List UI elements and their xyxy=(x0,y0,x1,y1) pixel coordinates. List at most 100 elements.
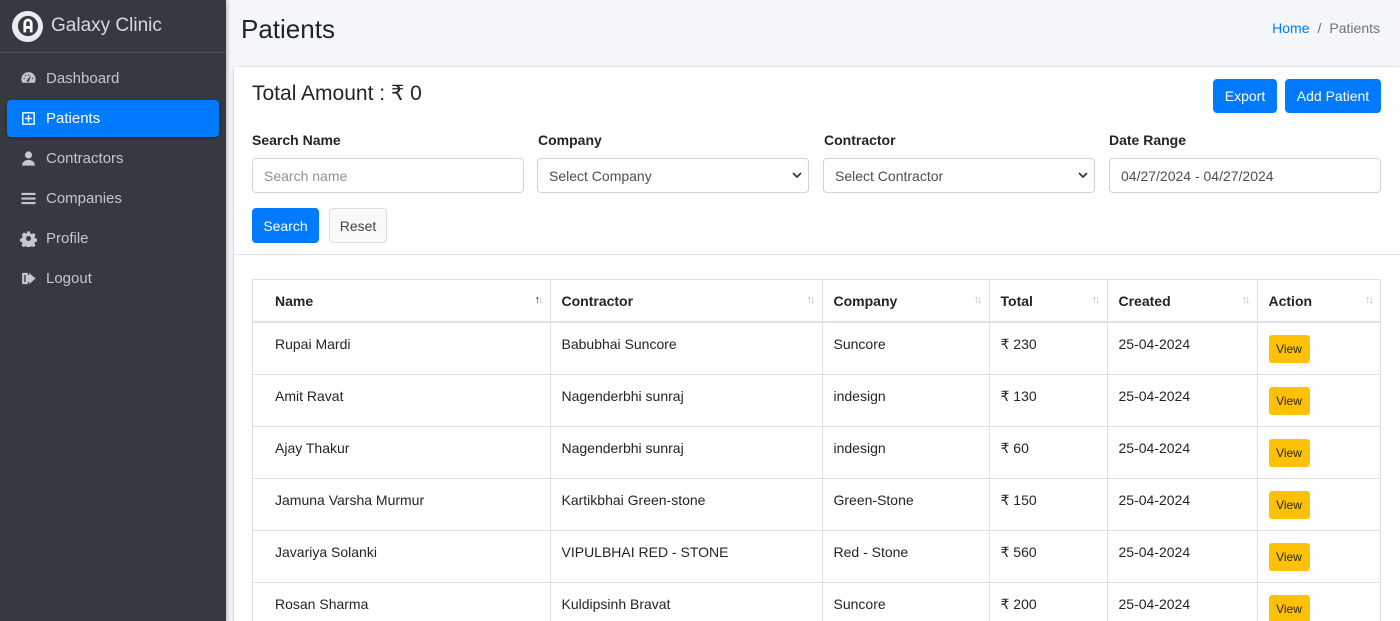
cell-name: Rosan Sharma xyxy=(253,582,551,621)
patients-table-wrapper: Name ↑↓ Contractor ↑↓ Company ↑↓ Total ↑… xyxy=(252,279,1381,621)
reset-button[interactable]: Reset xyxy=(329,208,387,243)
sidebar-nav: Dashboard Patients Contractors Companies… xyxy=(0,53,226,307)
cell-name: Javariya Solanki xyxy=(253,530,551,583)
search-name-label: Search Name xyxy=(252,132,341,148)
cell-total: ₹ 200 xyxy=(989,582,1108,621)
table-row: Amit Ravat Nagenderbhi sunraj indesign ₹… xyxy=(253,374,1380,427)
breadcrumb-current: Patients xyxy=(1329,20,1380,36)
view-button[interactable]: View xyxy=(1268,595,1310,621)
view-button[interactable]: View xyxy=(1268,387,1310,415)
view-button[interactable]: View xyxy=(1268,439,1310,467)
cell-company: Red - Stone xyxy=(822,530,990,583)
chevron-down-icon xyxy=(1078,172,1088,179)
column-header-name[interactable]: Name ↑↓ xyxy=(253,280,551,323)
bars-icon xyxy=(19,190,37,208)
cell-total: ₹ 130 xyxy=(989,374,1108,427)
column-header-created[interactable]: Created ↑↓ xyxy=(1107,280,1258,323)
sidebar-item-companies[interactable]: Companies xyxy=(7,180,219,217)
export-button[interactable]: Export xyxy=(1213,79,1277,113)
sidebar-item-profile[interactable]: Profile xyxy=(7,220,219,257)
cell-contractor: Kartikbhai Green-stone xyxy=(550,478,823,531)
cell-total: ₹ 230 xyxy=(989,322,1108,375)
sidebar-item-label: Contractors xyxy=(46,150,124,167)
brand-name: Galaxy Clinic xyxy=(51,15,162,36)
cell-contractor: Babubhai Suncore xyxy=(550,322,823,375)
column-header-total[interactable]: Total ↑↓ xyxy=(989,280,1108,323)
column-header-action[interactable]: Action ↑↓ xyxy=(1257,280,1380,323)
sign-out-icon xyxy=(19,270,37,288)
sidebar: Galaxy Clinic Dashboard Patients Contrac… xyxy=(0,0,226,621)
table-row: Rosan Sharma Kuldipsinh Bravat Suncore ₹… xyxy=(253,582,1380,621)
cell-contractor: Nagenderbhi sunraj xyxy=(550,374,823,427)
cell-action: View xyxy=(1257,478,1380,531)
contractor-select[interactable]: Select Contractor xyxy=(823,158,1095,193)
view-button[interactable]: View xyxy=(1268,491,1310,519)
sidebar-item-label: Profile xyxy=(46,230,89,247)
company-label: Company xyxy=(538,132,602,148)
column-header-company[interactable]: Company ↑↓ xyxy=(822,280,990,323)
contractor-select-value: Select Contractor xyxy=(835,167,944,184)
sort-icon: ↑↓ xyxy=(973,294,983,306)
cell-total: ₹ 560 xyxy=(989,530,1108,583)
sidebar-item-patients[interactable]: Patients xyxy=(7,100,219,137)
brand-logo-icon xyxy=(12,10,43,42)
cell-action: View xyxy=(1257,426,1380,479)
chevron-down-icon xyxy=(792,172,802,179)
sidebar-item-label: Patients xyxy=(46,110,101,127)
table-header-row: Name ↑↓ Contractor ↑↓ Company ↑↓ Total ↑… xyxy=(253,280,1380,323)
cell-company: Suncore xyxy=(822,582,990,621)
breadcrumb-separator: / xyxy=(1317,20,1322,36)
table-row: Ajay Thakur Nagenderbhi sunraj indesign … xyxy=(253,426,1380,479)
sort-icon: ↑↓ xyxy=(1365,294,1374,306)
sidebar-item-label: Dashboard xyxy=(46,70,120,87)
search-button[interactable]: Search xyxy=(252,208,319,243)
cell-total: ₹ 150 xyxy=(989,478,1108,531)
table-row: Javariya Solanki VIPULBHAI RED - STONE R… xyxy=(253,530,1380,583)
card-divider xyxy=(234,254,1400,255)
add-patient-button[interactable]: Add Patient xyxy=(1285,79,1381,113)
cell-company: Green-Stone xyxy=(822,478,990,531)
sort-ascending-icon: ↑↓ xyxy=(534,294,544,306)
tachometer-icon xyxy=(19,70,37,88)
total-amount: Total Amount : ₹ 0 xyxy=(252,82,422,105)
cell-created: 25-04-2024 xyxy=(1107,426,1258,479)
sidebar-item-contractors[interactable]: Contractors xyxy=(7,140,219,177)
contractor-label: Contractor xyxy=(824,132,896,148)
cell-action: View xyxy=(1257,582,1380,621)
cell-created: 25-04-2024 xyxy=(1107,322,1258,375)
page-title: Patients xyxy=(241,14,335,44)
date-range-label: Date Range xyxy=(1109,132,1187,148)
view-button[interactable]: View xyxy=(1268,543,1310,571)
date-range-input[interactable]: 04/27/2024 - 04/27/2024 xyxy=(1109,158,1381,193)
main-content: Patients Home / Patients Total Amount : … xyxy=(226,0,1400,621)
company-select-value: Select Company xyxy=(549,167,652,184)
cell-created: 25-04-2024 xyxy=(1107,530,1258,583)
cell-action: View xyxy=(1257,530,1380,583)
gear-icon xyxy=(19,230,37,248)
sort-icon: ↑↓ xyxy=(1091,294,1101,306)
sidebar-item-label: Companies xyxy=(46,190,122,207)
patients-table: Name ↑↓ Contractor ↑↓ Company ↑↓ Total ↑… xyxy=(253,280,1380,621)
cell-name: Jamuna Varsha Murmur xyxy=(253,478,551,531)
view-button[interactable]: View xyxy=(1268,335,1310,364)
company-select[interactable]: Select Company xyxy=(537,158,809,193)
cell-contractor: VIPULBHAI RED - STONE xyxy=(550,530,823,583)
sidebar-item-dashboard[interactable]: Dashboard xyxy=(7,60,219,97)
plus-square-icon xyxy=(19,110,37,128)
cell-created: 25-04-2024 xyxy=(1107,478,1258,531)
cell-created: 25-04-2024 xyxy=(1107,582,1258,621)
table-row: Rupai Mardi Babubhai Suncore Suncore ₹ 2… xyxy=(253,322,1380,375)
search-name-input[interactable] xyxy=(252,158,524,193)
cell-company: Suncore xyxy=(822,322,990,375)
brand[interactable]: Galaxy Clinic xyxy=(0,0,226,53)
column-header-contractor[interactable]: Contractor ↑↓ xyxy=(550,280,823,323)
breadcrumb-home-link[interactable]: Home xyxy=(1272,20,1309,36)
cell-action: View xyxy=(1257,374,1380,427)
sidebar-item-logout[interactable]: Logout xyxy=(7,260,219,297)
cell-contractor: Kuldipsinh Bravat xyxy=(550,582,823,621)
cell-action: View xyxy=(1257,322,1380,375)
cell-contractor: Nagenderbhi sunraj xyxy=(550,426,823,479)
sidebar-item-label: Logout xyxy=(46,270,92,287)
cell-company: indesign xyxy=(822,374,990,427)
cell-created: 25-04-2024 xyxy=(1107,374,1258,427)
